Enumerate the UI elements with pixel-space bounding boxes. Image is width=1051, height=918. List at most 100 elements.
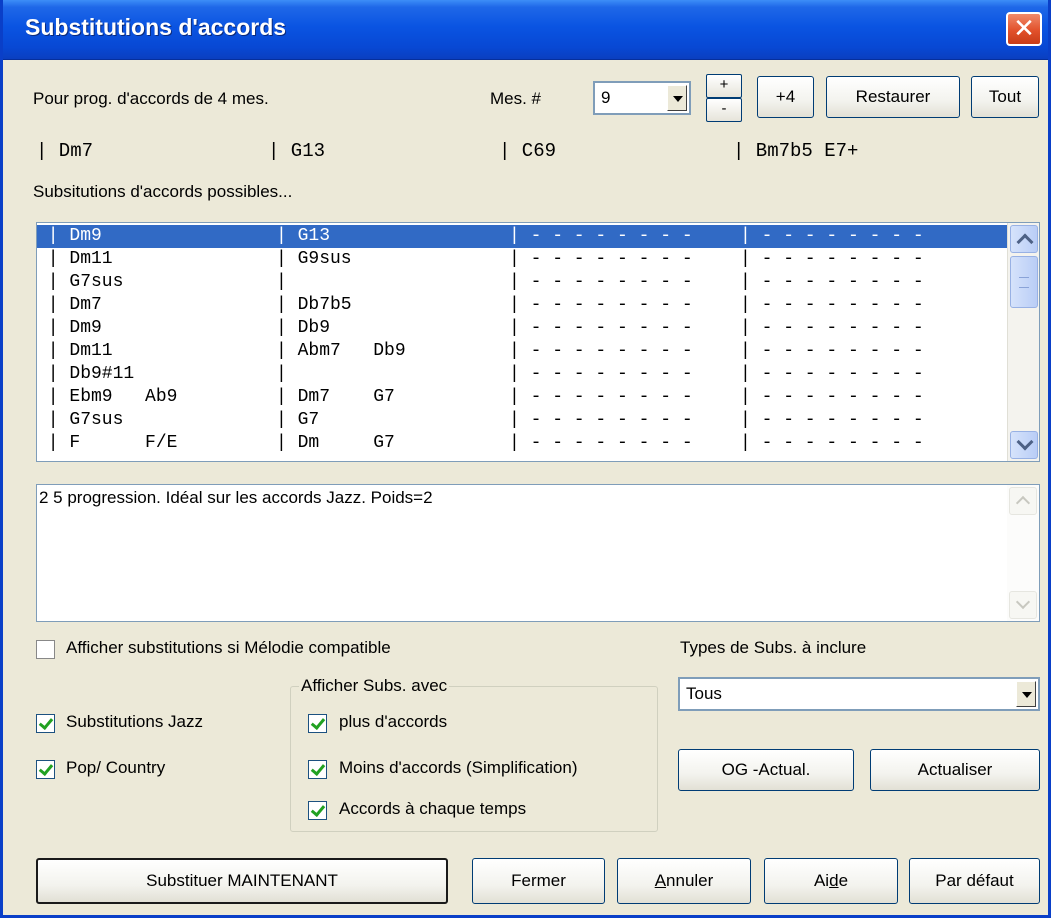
list-item[interactable]: | Dm7 | Db7b5 | - - - - - - - - | - - - … (37, 294, 1007, 317)
list-cell: | - - - - - - - - (509, 249, 693, 269)
group-legend: Afficher Subs. avec (299, 676, 450, 696)
scroll-thumb[interactable] (1010, 256, 1038, 308)
list-cell: | G7 (276, 410, 320, 430)
default-button[interactable]: Par défaut (909, 858, 1040, 904)
list-cell: | G9sus (276, 249, 352, 269)
list-cell: | - - - - - - - - (740, 295, 924, 315)
list-item[interactable]: | Dm11 | Abm7 Db9 | - - - - - - - - | - … (37, 340, 1007, 363)
list-cell: | - - - - - - - - (740, 387, 924, 407)
list-cell: | - - - - - - - - (509, 295, 693, 315)
list-cell: | - - - - - - - - (509, 226, 693, 246)
melody-compat-checkbox[interactable] (36, 640, 55, 659)
scroll-down-icon (1009, 591, 1037, 619)
help-button[interactable]: Ai d e (764, 858, 898, 904)
list-scrollbar[interactable] (1007, 223, 1039, 461)
list-item[interactable]: | Dm9 | Db9 | - - - - - - - - | - - - - … (37, 317, 1007, 340)
pop-country-checkbox[interactable] (36, 760, 55, 779)
list-cell: | F F/E (37, 433, 178, 453)
list-cell: | Db9 (276, 318, 331, 338)
current-chord-2: | G13 (268, 140, 326, 162)
current-chord-4: | Bm7b5 E7+ (733, 140, 859, 162)
types-select[interactable]: Tous (678, 677, 1040, 711)
jazz-checkbox[interactable] (36, 714, 55, 733)
list-cell: | Db7b5 (276, 295, 352, 315)
list-cell: | - - - - - - - - (740, 364, 924, 384)
scroll-up-icon[interactable] (1010, 225, 1038, 253)
list-cell: | - - - - - - - - (509, 433, 693, 453)
fewer-chords-label: Moins d'accords (Simplification) (339, 758, 578, 777)
help-accel: d (829, 871, 839, 890)
list-cell: | - - - - - - - - (740, 341, 924, 361)
list-cell: | - - - - - - - - (509, 318, 693, 338)
list-cell: | - - - - - - - - (740, 226, 924, 246)
list-item[interactable]: | Dm9 | G13 | - - - - - - - - | - - - - … (37, 225, 1007, 248)
restore-button[interactable]: Restaurer (826, 76, 960, 118)
description-text: 2 5 progression. Idéal sur les accords J… (39, 488, 433, 507)
substitution-list[interactable]: | Dm9 | G13 | - - - - - - - - | - - - - … (36, 222, 1040, 462)
description-box[interactable]: 2 5 progression. Idéal sur les accords J… (36, 484, 1040, 622)
list-item[interactable]: | Dm11 | G9sus | - - - - - - - - | - - -… (37, 248, 1007, 271)
list-item[interactable]: | Ebm9 Ab9 | Dm7 G7 | - - - - - - - - | … (37, 386, 1007, 409)
list-cell: | (276, 272, 287, 292)
cancel-label-rest: nnuler (666, 871, 714, 890)
types-label: Types de Subs. à inclure (680, 638, 867, 657)
list-cell: | - - - - - - - - (509, 387, 693, 407)
list-cell: | G7sus (37, 272, 124, 292)
update-button[interactable]: Actualiser (870, 749, 1040, 791)
pop-country-label: Pop/ Country (66, 758, 166, 777)
measure-value: 9 (601, 88, 611, 107)
fewer-chords-checkbox[interactable] (308, 760, 327, 779)
dialog-window: Substitutions d'accords ✕ Pour prog. d'a… (0, 0, 1051, 918)
jazz-label: Substitutions Jazz (66, 712, 204, 731)
list-cell: | Ebm9 Ab9 (37, 387, 178, 407)
list-cell: | - - - - - - - - (740, 410, 924, 430)
list-cell: | Dm7 (37, 295, 102, 315)
list-cell: | Dm9 (37, 318, 102, 338)
help-label-end: e (838, 871, 849, 890)
list-cell: | - - - - - - - - (509, 341, 693, 361)
chevron-down-icon[interactable] (1016, 681, 1036, 707)
description-scrollbar (1007, 485, 1039, 621)
scroll-down-icon[interactable] (1010, 431, 1038, 459)
measure-increment-button[interactable]: + (706, 74, 742, 98)
og-update-button[interactable]: OG -Actual. (678, 749, 854, 791)
more-chords-checkbox[interactable] (308, 714, 327, 733)
melody-compat-label: Afficher substitutions si Mélodie compat… (66, 638, 391, 657)
title-bar[interactable]: Substitutions d'accords ✕ (3, 0, 1048, 60)
each-beat-checkbox[interactable] (308, 801, 327, 820)
list-item[interactable]: | G7sus | G7 | - - - - - - - - | - - - -… (37, 409, 1007, 432)
list-cell: | - - - - - - - - (740, 249, 924, 269)
list-item[interactable]: | F F/E | Dm G7 | - - - - - - - - | - - … (37, 432, 1007, 455)
measure-decrement-button[interactable]: - (706, 98, 742, 122)
cancel-button[interactable]: Annuler (617, 858, 751, 904)
all-button[interactable]: Tout (971, 76, 1039, 118)
list-cell: | Dm11 (37, 249, 113, 269)
chevron-down-icon[interactable] (667, 85, 687, 111)
list-cell: | Dm11 (37, 341, 113, 361)
window-title: Substitutions d'accords (25, 14, 287, 40)
list-cell: | Dm9 (37, 226, 102, 246)
substitute-now-button[interactable]: Substituer MAINTENANT (36, 858, 448, 904)
each-beat-label: Accords à chaque temps (339, 799, 527, 818)
list-caption: Subsitutions d'accords possibles... (33, 182, 293, 201)
close-button[interactable]: Fermer (472, 858, 605, 904)
list-cell: | - - - - - - - - (740, 433, 924, 453)
list-cell: | Dm7 G7 (276, 387, 395, 407)
plus4-button[interactable]: +4 (757, 76, 814, 118)
help-label-start: Ai (813, 871, 830, 890)
cancel-accel: A (654, 871, 667, 890)
list-item[interactable]: | G7sus | | - - - - - - - - | - - - - - … (37, 271, 1007, 294)
list-cell: | (276, 364, 287, 384)
current-chord-3: | C69 (499, 140, 557, 162)
list-cell: | Db9#11 (37, 364, 135, 384)
list-cell: | G13 (276, 226, 331, 246)
list-cell: | - - - - - - - - (509, 410, 693, 430)
list-cell: | - - - - - - - - (509, 364, 693, 384)
current-chord-1: | Dm7 (36, 140, 94, 162)
list-cell: | - - - - - - - - (740, 272, 924, 292)
list-item[interactable]: | Db9#11 | | - - - - - - - - | - - - - -… (37, 363, 1007, 386)
close-icon[interactable]: ✕ (1006, 12, 1042, 46)
measure-select[interactable]: 9 (593, 81, 691, 115)
list-cell: | Dm G7 (276, 433, 395, 453)
list-cell: | - - - - - - - - (740, 318, 924, 338)
